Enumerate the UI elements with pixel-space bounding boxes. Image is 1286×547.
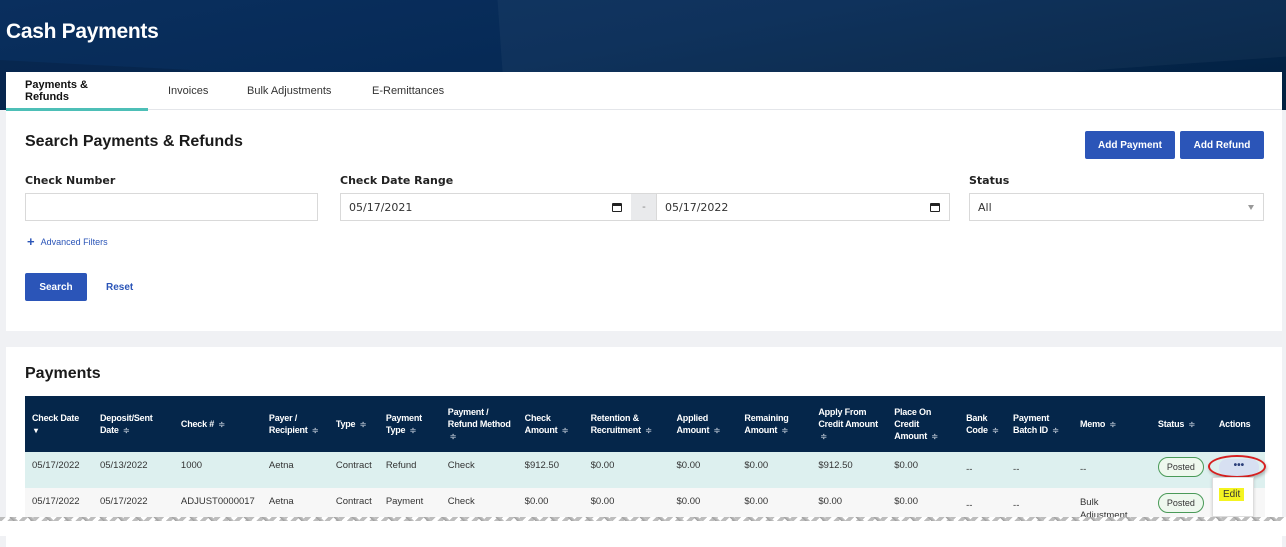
payments-table: Check Date ▾ Deposit/Sent Date ≑ Check # … xyxy=(25,396,1266,535)
column-header-bank-code[interactable]: Bank Code ≑ xyxy=(959,396,1006,452)
add-payment-button[interactable]: Add Payment xyxy=(1085,131,1175,159)
tab-e-remittances[interactable]: E-Remittances xyxy=(353,72,462,110)
check-number-label: Check Number xyxy=(25,174,116,187)
column-header-applied[interactable]: Applied Amount ≑ xyxy=(669,396,737,452)
status-badge: Posted xyxy=(1157,493,1204,513)
column-header-method[interactable]: Payment / Refund Method ≑ xyxy=(441,396,518,452)
advanced-filters-label: Advanced Filters xyxy=(40,236,108,247)
check-date-from-value: 05/17/2021 xyxy=(349,200,413,214)
sort-icon[interactable]: ≑ xyxy=(645,426,652,435)
reset-button[interactable]: Reset xyxy=(106,282,133,293)
cell-status: Posted xyxy=(1151,452,1212,488)
cell-apply-credit: $912.50 xyxy=(818,460,853,471)
status-label: Status xyxy=(969,174,1010,187)
row-actions-menu: Edit xyxy=(1212,477,1254,517)
chevron-down-icon xyxy=(1248,205,1254,210)
cell-memo: -- xyxy=(1079,464,1087,475)
check-date-from-input[interactable]: 05/17/2021 xyxy=(340,193,632,221)
date-range-separator: - xyxy=(631,193,657,221)
sort-icon[interactable]: ≑ xyxy=(562,426,569,435)
cell-place-credit: $0.00 xyxy=(894,460,918,471)
column-header-retention[interactable]: Retention & Recruitment ≑ xyxy=(584,396,670,452)
add-refund-button[interactable]: Add Refund xyxy=(1180,131,1264,159)
more-icon: ••• xyxy=(1233,460,1245,471)
torn-edge-decoration xyxy=(0,513,1286,536)
column-header-status[interactable]: Status ≑ xyxy=(1151,396,1212,452)
column-header-check-amount[interactable]: Check Amount ≑ xyxy=(518,396,584,452)
sort-icon[interactable]: ≑ xyxy=(360,420,367,429)
cell-check-amount: $912.50 xyxy=(524,460,559,471)
sort-icon[interactable]: ≑ xyxy=(714,426,721,435)
sort-icon[interactable]: ≑ xyxy=(992,426,999,435)
table-header-row: Check Date ▾ Deposit/Sent Date ≑ Check # … xyxy=(25,396,1265,452)
column-header-apply-credit[interactable]: Apply From Credit Amount ≑ xyxy=(811,396,887,452)
cell-method: Check xyxy=(447,460,475,471)
tab-payments-refunds[interactable]: Payments & Refunds xyxy=(6,72,148,111)
column-header-check-date[interactable]: Check Date ▾ xyxy=(25,396,93,452)
page-title: Cash Payments xyxy=(6,20,159,43)
cell-remaining: $0.00 xyxy=(744,460,769,471)
plus-icon: + xyxy=(27,234,35,249)
column-header-payer[interactable]: Payer / Recipient ≑ xyxy=(262,396,329,452)
column-header-payment-type[interactable]: Payment Type ≑ xyxy=(379,396,441,452)
tab-bar: Payments & Refunds Invoices Bulk Adjustm… xyxy=(6,72,1282,111)
status-selected-value: All xyxy=(978,200,992,214)
sort-icon[interactable]: ≑ xyxy=(410,426,417,435)
status-select[interactable]: All xyxy=(969,193,1264,221)
column-header-actions: Actions xyxy=(1218,419,1251,429)
tab-invoices[interactable]: Invoices xyxy=(148,72,228,110)
sort-icon[interactable]: ≑ xyxy=(931,432,938,441)
row-actions-button[interactable]: ••• xyxy=(1207,455,1266,478)
cell-payer: Aetna xyxy=(268,460,294,471)
column-header-type[interactable]: Type ≑ xyxy=(329,396,379,452)
cell-retention: $0.00 xyxy=(590,460,615,471)
check-date-to-input[interactable]: 05/17/2022 xyxy=(656,193,950,221)
column-header-memo[interactable]: Memo ≑ xyxy=(1073,396,1151,452)
check-number-input[interactable] xyxy=(25,193,318,221)
advanced-filters-link[interactable]: + Advanced Filters xyxy=(27,234,108,249)
cell-payment-type: Refund xyxy=(385,460,417,471)
column-header-batch-id[interactable]: Payment Batch ID ≑ xyxy=(1006,396,1073,452)
sort-icon[interactable]: ≑ xyxy=(1109,420,1116,429)
cell-batch-id: -- xyxy=(1013,464,1020,475)
sort-icon[interactable]: ≑ xyxy=(782,426,789,435)
sort-icon[interactable]: ≑ xyxy=(1189,420,1196,429)
status-badge: Posted xyxy=(1157,457,1204,477)
sort-icon[interactable]: ≑ xyxy=(312,426,319,435)
calendar-icon[interactable] xyxy=(612,203,622,212)
sort-icon[interactable]: ≑ xyxy=(820,432,827,441)
menu-item-edit[interactable]: Edit xyxy=(1219,488,1245,501)
sort-icon[interactable]: ≑ xyxy=(1052,426,1059,435)
cell-check-number: 1000 xyxy=(180,460,203,471)
column-header-remaining[interactable]: Remaining Amount ≑ xyxy=(737,396,811,452)
cell-bank-code: -- xyxy=(966,464,973,475)
search-panel: Search Payments & Refunds Add Payment Ad… xyxy=(6,110,1282,331)
table-row[interactable]: 05/17/2022 05/13/2022 1000 Aetna Contrac… xyxy=(25,452,1266,488)
sort-icon[interactable]: ≑ xyxy=(218,420,225,429)
cell-deposit-date: 05/13/2022 xyxy=(99,460,148,471)
check-date-to-value: 05/17/2022 xyxy=(665,200,729,214)
column-header-check-number[interactable]: Check # ≑ xyxy=(174,396,262,452)
sort-icon[interactable]: ≑ xyxy=(450,432,457,441)
column-header-place-credit[interactable]: Place On Credit Amount ≑ xyxy=(887,396,959,452)
calendar-icon[interactable] xyxy=(930,203,940,212)
cell-type: Contract xyxy=(335,460,372,471)
check-date-range-label: Check Date Range xyxy=(340,174,454,187)
sort-icon[interactable]: ≑ xyxy=(123,426,130,435)
column-header-deposit-date[interactable]: Deposit/Sent Date ≑ xyxy=(93,396,174,452)
sort-desc-icon[interactable]: ▾ xyxy=(34,426,38,435)
tab-bulk-adjustments[interactable]: Bulk Adjustments xyxy=(228,72,353,110)
cell-applied: $0.00 xyxy=(676,460,701,471)
cell-check-date: 05/17/2022 xyxy=(32,460,80,471)
search-heading: Search Payments & Refunds xyxy=(25,133,243,150)
search-button[interactable]: Search xyxy=(25,273,87,301)
payments-heading: Payments xyxy=(25,365,101,382)
